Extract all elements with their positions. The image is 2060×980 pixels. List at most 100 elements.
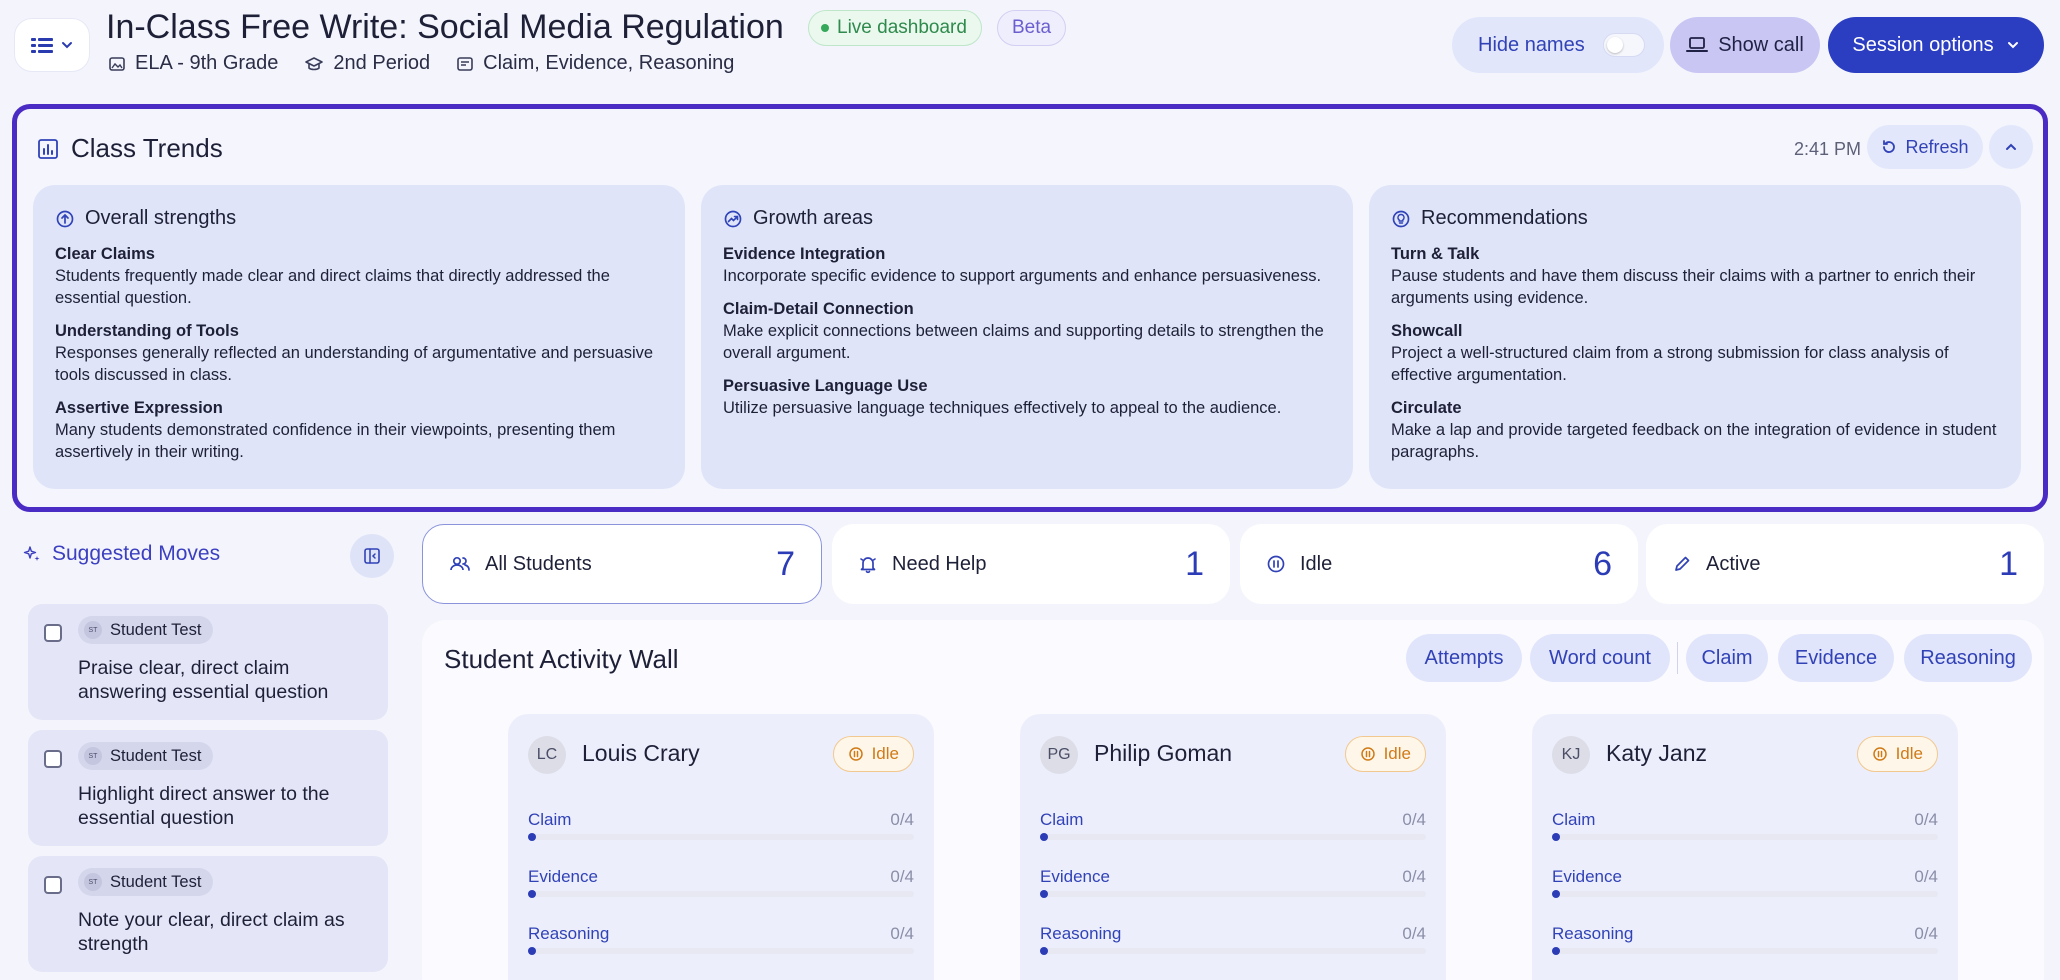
status-label: Idle [1383,744,1411,763]
trend-item-title: Turn & Talk [1391,245,1480,263]
move-text: Praise clear, direct claim answering ess… [78,657,329,703]
filter-count: 1 [1999,544,2018,583]
chevron-down-icon [60,38,74,52]
session-meta: ELA - 9th Grade 2nd Period Claim, Eviden… [108,52,734,75]
student-tag-label: Student Test [110,746,202,765]
hide-names-label: Hide names [1478,33,1585,56]
student-card[interactable]: LC Louis Crary Idle Claim 0/4 Evidence 0… [508,714,934,980]
student-avatar: LC [528,736,566,774]
page-title: In-Class Free Write: Social Media Regula… [106,8,784,46]
session-options-button[interactable]: Session options [1828,17,2044,73]
sort-claim-button[interactable]: Claim [1686,634,1768,682]
sort-reasoning-button[interactable]: Reasoning [1904,634,2032,682]
toggle-knob [1606,37,1623,53]
list-box-icon [456,55,474,73]
sort-evidence-button[interactable]: Evidence [1778,634,1894,682]
status-label: Idle [871,744,899,763]
filter-idle[interactable]: Idle 6 [1240,524,1638,604]
trend-item-title: Understanding of Tools [55,322,239,340]
growth-areas-card-header: Growth areas [723,207,1331,230]
trend-item-text: Utilize persuasive language techniques e… [723,399,1282,417]
move-checkbox[interactable] [44,876,62,894]
filter-active[interactable]: Active 1 [1646,524,2044,604]
trend-item: Understanding of Tools Responses general… [55,321,663,386]
class-trends-title: Class Trends [71,133,223,163]
class-trends-panel: Class Trends 2:41 PM Refresh Overall str… [12,104,2048,512]
pause-circle-icon [1360,746,1376,762]
suggested-move-card[interactable]: ST Student Test Highlight direct answer … [28,730,388,846]
refresh-button[interactable]: Refresh [1867,125,1983,169]
bar-chart-icon [37,138,59,160]
metric-track [528,947,914,955]
metric-track [528,890,914,898]
bell-icon [858,554,878,574]
refresh-label: Refresh [1905,136,1969,157]
sort-word-count-button[interactable]: Word count [1530,634,1670,682]
recommendations-card-title: Recommendations [1421,207,1588,229]
metric-score: 0/4 [1402,924,1426,943]
trend-item-text: Many students demonstrated confidence in… [55,421,616,461]
status-badge: Idle [1856,736,1938,772]
metric-track [528,833,914,841]
trend-item: Claim-Detail Connection Make explicit co… [723,299,1331,364]
suggested-moves-header: Suggested Moves [22,542,220,566]
meta-framework: Claim, Evidence, Reasoning [456,52,734,75]
metric-score: 0/4 [1402,867,1426,886]
student-tag: ST Student Test [78,868,214,896]
student-tag-label: Student Test [110,872,202,891]
hide-names-switch[interactable] [1602,33,1645,57]
trend-item-text: Pause students and have them discuss the… [1391,267,1976,307]
live-dashboard-label: Live dashboard [837,17,967,38]
trend-item-text: Students frequently made clear and direc… [55,267,610,307]
move-checkbox[interactable] [44,624,62,642]
collapse-trends-button[interactable] [1989,125,2033,169]
filter-all-students[interactable]: All Students 7 [422,524,822,604]
move-text: Note your clear, direct claim as strengt… [78,909,345,955]
metric-reasoning: Reasoning 0/4 [1040,924,1426,955]
app-menu-button[interactable] [14,18,90,72]
trend-item-title: Claim-Detail Connection [723,300,914,318]
metric-score: 0/4 [1914,924,1938,943]
student-card[interactable]: KJ Katy Janz Idle Claim 0/4 Evidence 0/4… [1532,714,1958,980]
filter-need-help[interactable]: Need Help 1 [832,524,1230,604]
trend-item-title: Circulate [1391,399,1462,417]
activity-wall-title: Student Activity Wall [444,644,679,674]
metric-fill [1040,833,1048,841]
live-dot-icon [821,24,829,32]
metric-claim: Claim 0/4 [1552,810,1938,841]
collapse-sidebar-button[interactable] [350,534,394,578]
sort-attempts-button[interactable]: Attempts [1406,634,1522,682]
metric-track [1552,890,1938,898]
meta-subject: ELA - 9th Grade [108,52,278,75]
student-tag-avatar: ST [84,747,102,765]
move-checkbox[interactable] [44,750,62,768]
hide-names-toggle[interactable]: Hide names [1452,17,1664,73]
metric-fill [1040,947,1048,955]
student-name: Philip Goman [1094,740,1233,766]
metric-label: Evidence [528,867,598,886]
metric-label: Claim [1040,810,1084,829]
suggested-move-card[interactable]: ST Student Test Note your clear, direct … [28,856,388,972]
metric-label: Reasoning [1040,924,1122,943]
status-badge: Idle [1344,736,1426,772]
trend-item-title: Clear Claims [55,245,155,263]
meta-period-label: 2nd Period [333,52,431,74]
trend-item: Assertive Expression Many students demon… [55,398,663,463]
show-call-button[interactable]: Show call [1670,17,1820,73]
trend-item-title: Showcall [1391,322,1463,340]
student-card[interactable]: PG Philip Goman Idle Claim 0/4 Evidence … [1020,714,1446,980]
refresh-icon [1881,139,1897,155]
suggested-moves-title: Suggested Moves [52,542,221,565]
metric-score: 0/4 [1914,810,1938,829]
trend-item-text: Responses generally reflected an underst… [55,344,654,384]
student-tag: ST Student Test [78,742,214,770]
class-trends-header: Class Trends [37,133,223,164]
filter-count: 6 [1593,544,1612,583]
suggested-moves-panel: Suggested Moves ST Student Test Praise c… [12,520,412,980]
suggested-move-card[interactable]: ST Student Test Praise clear, direct cla… [28,604,388,720]
strengths-card: Overall strengths Clear Claims Students … [33,185,685,489]
trend-item: Clear Claims Students frequently made cl… [55,244,663,309]
metric-score: 0/4 [1402,810,1426,829]
metric-score: 0/4 [1914,867,1938,886]
recommendations-card-header: Recommendations [1391,207,1999,230]
